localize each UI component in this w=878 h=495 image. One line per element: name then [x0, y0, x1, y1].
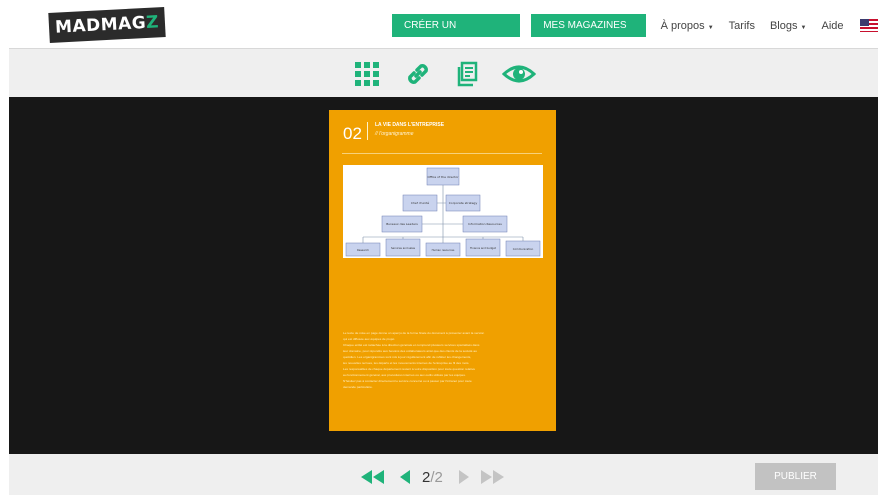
nav-blogs-label: Blogs: [769, 19, 798, 32]
page-counter: 2/2: [422, 469, 443, 486]
total-pages: 2: [434, 468, 443, 486]
pages-icon[interactable]: [456, 61, 482, 87]
link-icon[interactable]: [405, 61, 431, 87]
org-node-level3-a: Bureaux des Leaders: [386, 222, 418, 226]
title-divider: [367, 122, 368, 140]
org-node-level4-c: Human resources: [432, 248, 455, 252]
org-node-level4-d: Finance and budget: [470, 246, 496, 250]
previous-page-icon[interactable]: [398, 469, 412, 485]
org-node-level4-b: Services and sales: [391, 246, 416, 250]
org-node-level2-b: Corporate strategy: [449, 201, 478, 205]
my-magazines-label: MES MAGAZINES: [543, 20, 627, 31]
page-title: LA VIE DANS L'ENTREPRISE: [375, 122, 445, 128]
org-node-level4-a: Research: [357, 248, 369, 252]
nav-pricing[interactable]: Tarifs: [729, 20, 755, 32]
madmagz-logo[interactable]: MADMAG Z: [48, 6, 166, 44]
us-flag-icon[interactable]: [859, 19, 878, 32]
page-body-text: Le texte de mise en page donne un aperçu…: [343, 330, 543, 390]
last-page-icon[interactable]: [479, 469, 505, 485]
nav-blogs[interactable]: Blogs ▼: [770, 20, 807, 32]
caret-down-icon: ▼: [800, 24, 807, 31]
org-node-level3-b: Information Resources: [468, 222, 502, 226]
editor-toolbar: [9, 48, 878, 98]
org-node-top: Office of the director: [427, 175, 459, 179]
magazine-page[interactable]: 02 LA VIE DANS L'ENTREPRISE // l'organig…: [329, 110, 556, 431]
my-magazines-button[interactable]: MES MAGAZINES ▼: [531, 14, 646, 53]
main-nav: CRÉER UN MAGAZINE MES MAGAZINES ▼ À prop…: [392, 14, 878, 54]
page-subtitle: // l'organigramme: [375, 131, 414, 137]
nav-about[interactable]: À propos ▼: [661, 20, 714, 32]
logo-accent: Z: [145, 12, 160, 33]
nav-help[interactable]: Aide: [822, 20, 844, 32]
grid-icon[interactable]: [354, 61, 380, 87]
pagination: 2/2: [360, 466, 513, 488]
caret-down-icon: ▼: [707, 24, 714, 31]
nav-about-label: À propos: [660, 19, 705, 32]
eye-icon[interactable]: [502, 61, 536, 87]
header-rule: [342, 153, 542, 154]
page-number: 02: [343, 124, 362, 143]
first-page-icon[interactable]: [360, 469, 386, 485]
create-magazine-button[interactable]: CRÉER UN MAGAZINE: [392, 14, 521, 54]
org-node-level4-e: Communication: [513, 247, 534, 251]
org-chart-image: Office of the director Chef d'unité Corp…: [343, 165, 543, 258]
next-page-icon[interactable]: [457, 469, 471, 485]
header: MADMAGZ CRÉER UN MAGAZINE MES MAGAZINES …: [0, 0, 878, 54]
org-node-level2-a: Chef d'unité: [411, 201, 429, 205]
logo-text: MADMAG: [54, 12, 147, 38]
publish-button[interactable]: PUBLIER: [755, 463, 836, 490]
body-line: demande particulière.: [343, 385, 373, 389]
